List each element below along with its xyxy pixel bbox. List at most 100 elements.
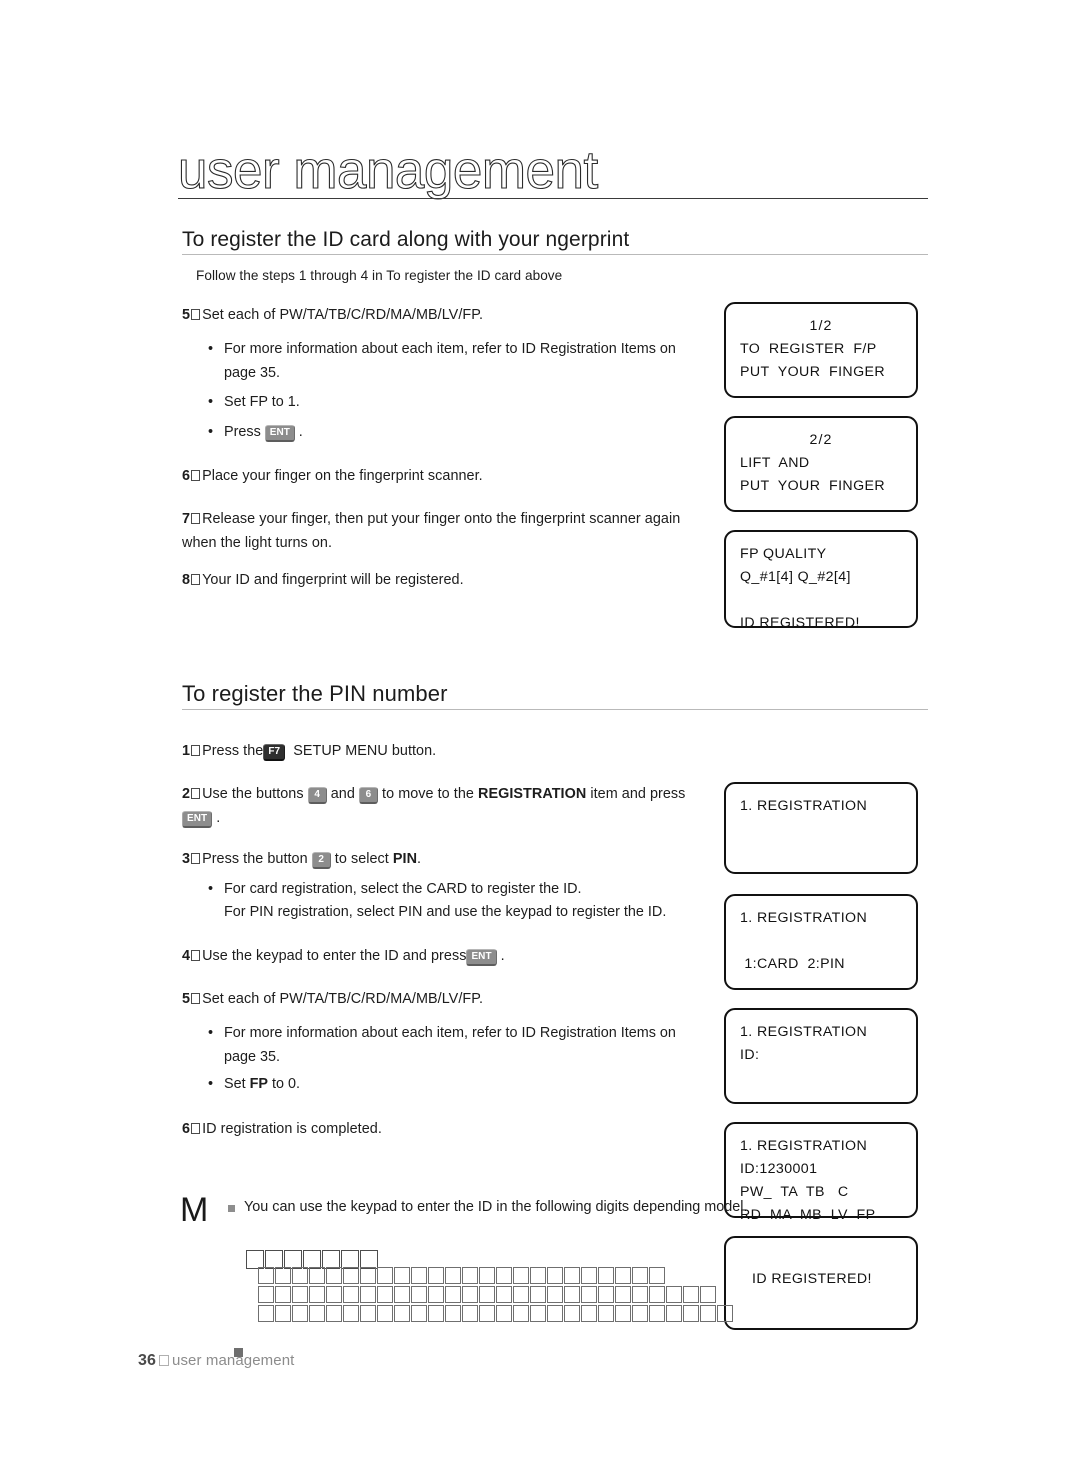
pin-step-5-bullet-2: • Set FP to 0. <box>208 1072 528 1096</box>
step-text-pre: Press the button <box>202 851 308 867</box>
missing-glyph-icon <box>360 1267 376 1284</box>
missing-glyph-icon <box>326 1267 342 1284</box>
missing-glyph-icon <box>275 1267 291 1284</box>
key-4[interactable]: 4 <box>307 787 327 804</box>
step-text-mid: and <box>330 786 355 802</box>
missing-glyph-icon <box>309 1286 325 1303</box>
step-text-bold: PIN <box>392 851 418 867</box>
missing-glyph-icon <box>564 1267 580 1284</box>
key-ent[interactable]: ENT <box>264 425 295 442</box>
missing-glyph-icon <box>683 1286 699 1303</box>
step-5-bullet-3: • Press ENT . <box>208 420 528 444</box>
missing-glyph-icon <box>496 1286 512 1303</box>
missing-glyph-icon <box>326 1286 342 1303</box>
pin-step-3-bullet-2: For PIN registration, select PIN and use… <box>224 900 734 924</box>
key-ent[interactable]: ENT <box>182 811 213 828</box>
missing-glyph-icon <box>394 1267 410 1284</box>
missing-glyph-icon <box>700 1286 716 1303</box>
lcd-line: ID REGISTERED! <box>740 615 860 631</box>
step-5-bullet-2: • Set FP to 1. <box>208 390 508 414</box>
key-ent[interactable]: ENT <box>466 949 497 966</box>
key-6[interactable]: 6 <box>358 787 378 804</box>
section-2-divider <box>182 709 928 710</box>
missing-glyph-icon <box>479 1267 495 1284</box>
missing-glyph-icon <box>598 1267 614 1284</box>
missing-glyph-icon <box>649 1267 665 1284</box>
lcd-display-id-registered: ID REGISTERED! <box>724 1236 918 1330</box>
unrendered-text-row-3 <box>258 1286 717 1303</box>
bullet-text: For card registration, select the CARD t… <box>224 881 582 897</box>
lcd-display-lift-and-put: 2/2 LIFT AND PUT YOUR FINGER <box>724 416 918 512</box>
bullet-dot-icon: • <box>208 341 214 357</box>
missing-glyph-icon <box>258 1305 274 1322</box>
missing-glyph-icon <box>615 1286 631 1303</box>
section-1-intro: Follow the steps 1 through 4 in To regis… <box>196 268 563 283</box>
key-2[interactable]: 2 <box>311 852 331 869</box>
pin-step-3-line: 3 Press the button 2 to select PIN. <box>182 847 702 871</box>
lcd-display-card-or-pin: 1. REGISTRATION 1:CARD 2:PIN <box>724 894 918 990</box>
missing-glyph-icon <box>343 1267 359 1284</box>
missing-glyph-icon <box>530 1267 546 1284</box>
missing-glyph-icon <box>191 574 201 585</box>
step-number: 4 <box>182 948 191 964</box>
missing-glyph-icon <box>258 1267 274 1284</box>
missing-glyph-icon <box>360 1305 376 1322</box>
missing-glyph-icon <box>394 1286 410 1303</box>
step-7-line: 7 Release your finger, then put your fing… <box>182 507 706 555</box>
section-1-divider <box>182 254 928 255</box>
step-number: 7 <box>182 511 191 527</box>
missing-glyph-icon <box>309 1305 325 1322</box>
step-text: Place your finger on the fingerprint sca… <box>202 468 483 484</box>
missing-glyph-icon <box>191 513 201 524</box>
step-text-post: SETUP MENU button. <box>293 743 437 759</box>
lcd-line: 1. REGISTRATION <box>740 910 868 926</box>
missing-glyph-icon <box>581 1286 597 1303</box>
lcd-line: PW_ TA TB C <box>740 1184 849 1200</box>
missing-glyph-icon <box>326 1305 342 1322</box>
missing-glyph-icon <box>530 1305 546 1322</box>
step-5-bullet-1: • For more information about each item, … <box>208 337 708 385</box>
missing-glyph-icon <box>615 1267 631 1284</box>
missing-glyph-icon <box>377 1267 393 1284</box>
key-f7[interactable]: F7 <box>263 744 286 761</box>
lcd-line: TO REGISTER F/P <box>740 341 877 357</box>
bullet-text: For more information about each item, re… <box>224 1025 676 1065</box>
missing-glyph-icon <box>258 1286 274 1303</box>
missing-glyph-icon <box>496 1305 512 1322</box>
missing-glyph-icon <box>428 1267 444 1284</box>
lcd-line: 1/2 <box>809 318 833 334</box>
lcd-line: 1. REGISTRATION <box>740 798 868 814</box>
step-number: 2 <box>182 786 191 802</box>
missing-glyph-icon <box>292 1305 308 1322</box>
lcd-line: ID: <box>740 1047 760 1063</box>
missing-glyph-icon <box>343 1286 359 1303</box>
missing-glyph-icon <box>547 1286 563 1303</box>
step-8-line: 8 Your ID and fingerprint will be registe… <box>182 568 702 592</box>
step-text: Set each of PW/TA/TB/C/RD/MA/MB/LV/FP. <box>202 991 484 1007</box>
step-number: 6 <box>182 468 191 484</box>
step-number: 3 <box>182 851 191 867</box>
footer-page-number: 36 <box>138 1352 156 1369</box>
missing-glyph-icon <box>411 1286 427 1303</box>
missing-glyph-icon <box>191 1123 201 1134</box>
missing-glyph-icon <box>292 1267 308 1284</box>
lcd-line: RD MA MB LV FP <box>740 1207 876 1223</box>
missing-glyph-icon <box>479 1305 495 1322</box>
missing-glyph-icon <box>360 1286 376 1303</box>
missing-glyph-icon <box>598 1305 614 1322</box>
chapter-title-wrap: user management <box>177 141 926 204</box>
unrendered-text-row-4 <box>258 1305 734 1322</box>
missing-glyph-icon <box>462 1286 478 1303</box>
missing-glyph-icon <box>564 1286 580 1303</box>
pin-step-3-bullet-1: • For card registration, select the CARD… <box>208 877 708 901</box>
missing-glyph-icon <box>649 1286 665 1303</box>
step-number: 1 <box>182 743 191 759</box>
bullet-text: Press ENT . <box>224 424 303 442</box>
lcd-line: 2/2 <box>809 432 833 448</box>
lcd-line-blank <box>740 589 902 612</box>
pin-step-4-line: 4 Use the keypad to enter the ID and pres… <box>182 944 702 968</box>
missing-glyph-icon <box>513 1286 529 1303</box>
unrendered-text-row-2 <box>258 1267 666 1284</box>
step-number: 5 <box>182 307 191 323</box>
lcd-display-fp-quality: FP QUALITY Q_#1[4] Q_#2[4] ID REGISTERED… <box>724 530 918 631</box>
